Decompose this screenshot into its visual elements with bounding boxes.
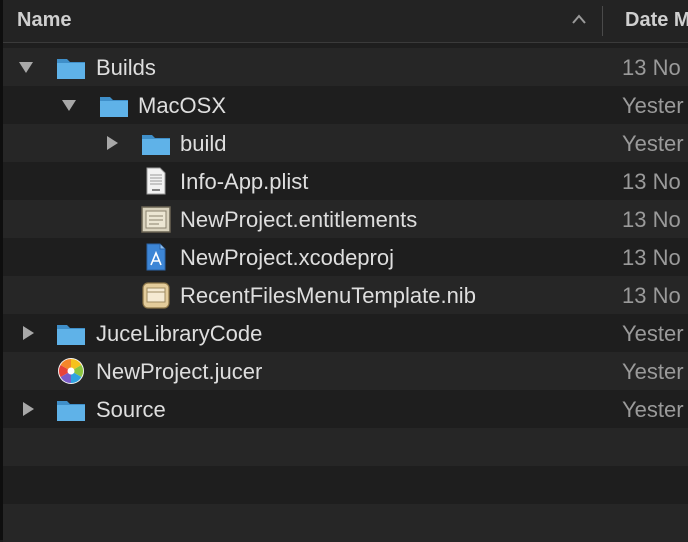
row-date: 13 No [622, 245, 681, 270]
row-date: Yester [622, 131, 684, 156]
list-row-source[interactable]: Source Yester [3, 390, 688, 428]
date-column-header[interactable]: Date M [625, 9, 688, 32]
plist-file-icon [140, 166, 172, 196]
list-row-info-app-plist[interactable]: Info-App.plist 13 No [3, 162, 688, 200]
list-row-newproject-entitlements[interactable]: NewProject.entitlements 13 No [3, 200, 688, 238]
folder-icon [55, 318, 87, 348]
row-name: RecentFilesMenuTemplate.nib [180, 283, 476, 308]
row-name: Source [96, 397, 166, 422]
row-name: NewProject.entitlements [180, 207, 418, 232]
row-name: NewProject.xcodeproj [180, 245, 394, 270]
row-date: 13 No [622, 169, 681, 194]
disclosure-triangle-collapsed-icon[interactable] [20, 401, 36, 417]
list-row-build[interactable]: build Yester [3, 124, 688, 162]
row-name: Builds [96, 55, 156, 80]
folder-icon [98, 90, 130, 120]
sort-ascending-chevron-icon[interactable] [571, 12, 587, 26]
row-name: Info-App.plist [180, 169, 309, 194]
row-name: NewProject.jucer [96, 359, 263, 384]
row-date: 13 No [622, 283, 681, 308]
row-date: Yester [622, 321, 684, 346]
row-date: 13 No [622, 207, 681, 232]
list-row-jucelibrarycode[interactable]: JuceLibraryCode Yester [3, 314, 688, 352]
disclosure-triangle-expanded-icon[interactable] [18, 59, 34, 75]
row-date: Yester [622, 397, 684, 422]
column-header-bar: Name Date M [3, 0, 688, 43]
list-row-newproject-jucer[interactable]: NewProject.jucer Yester [3, 352, 688, 390]
folder-icon [55, 394, 87, 424]
empty-row [3, 504, 688, 542]
list-row-recentfilesmenutemplate-nib[interactable]: RecentFilesMenuTemplate.nib 13 No [3, 276, 688, 314]
column-divider[interactable] [602, 6, 603, 36]
list-row-newproject-xcodeproj[interactable]: NewProject.xcodeproj 13 No [3, 238, 688, 276]
row-name: build [180, 131, 227, 156]
disclosure-triangle-collapsed-icon[interactable] [104, 135, 120, 151]
row-date: 13 No [622, 55, 681, 80]
row-name: JuceLibraryCode [96, 321, 263, 346]
disclosure-triangle-collapsed-icon[interactable] [20, 325, 36, 341]
disclosure-triangle-expanded-icon[interactable] [61, 97, 77, 113]
list-row-macosx[interactable]: MacOSX Yester [3, 86, 688, 124]
row-name: MacOSX [138, 93, 227, 118]
jucer-file-icon [55, 356, 87, 386]
file-list: Builds 13 No MacOSX Yester build Yester [3, 48, 688, 542]
nib-file-icon [140, 280, 172, 310]
row-date: Yester [622, 93, 684, 118]
row-date: Yester [622, 359, 684, 384]
xcodeproj-file-icon [140, 242, 172, 272]
folder-icon [140, 128, 172, 158]
list-row-builds[interactable]: Builds 13 No [3, 48, 688, 86]
folder-icon [55, 52, 87, 82]
empty-row [3, 466, 688, 504]
name-column-header[interactable]: Name [17, 9, 71, 32]
entitlements-file-icon [140, 204, 172, 234]
empty-row [3, 428, 688, 466]
